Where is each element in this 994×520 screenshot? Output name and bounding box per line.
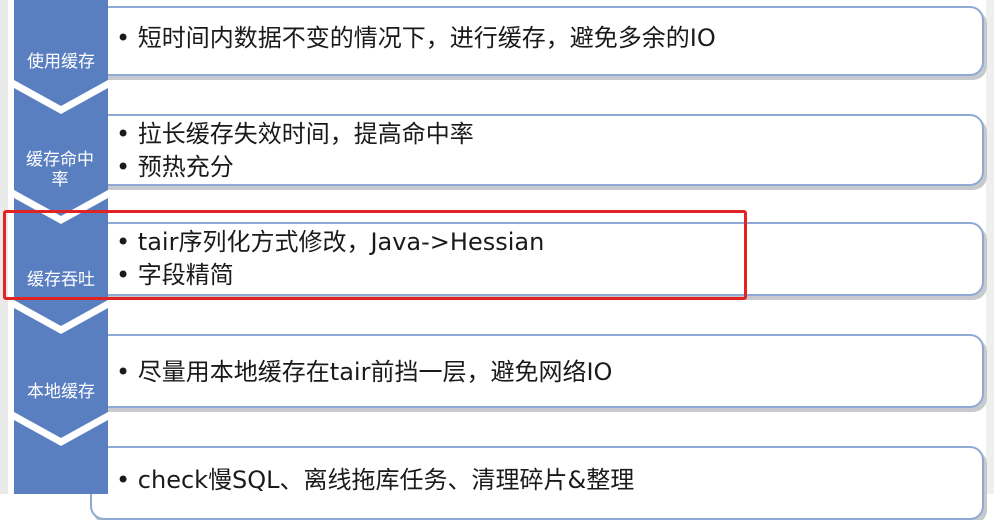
step-box-hit-rate: 拉长缓存失效时间，提高命中率 预热充分 (90, 114, 984, 186)
bullet-item: 尽量用本地缓存在tair前挡一层，避免网络IO (116, 356, 613, 389)
step-box-local-cache: 尽量用本地缓存在tair前挡一层，避免网络IO (90, 334, 984, 408)
bullet-item: check慢SQL、离线拖库任务、清理碎片&整理 (116, 464, 634, 497)
bullet-item: 预热充分 (116, 151, 474, 184)
chevron-label-hit-rate: 缓存命中率 (26, 150, 94, 190)
highlight-annotation (3, 210, 747, 300)
chevron-label-local-cache: 本地缓存 (27, 382, 95, 402)
bullet-item: 拉长缓存失效时间，提高命中率 (116, 118, 474, 151)
step-box-db: check慢SQL、离线拖库任务、清理碎片&整理 (90, 446, 984, 520)
chevron-label-use-cache: 使用缓存 (27, 52, 95, 72)
bullet-item: 短时间内数据不变的情况下，进行缓存，避免多余的IO (116, 22, 716, 55)
step-box-use-cache: 短时间内数据不变的情况下，进行缓存，避免多余的IO (90, 6, 984, 76)
right-scroll-rail (986, 0, 994, 494)
